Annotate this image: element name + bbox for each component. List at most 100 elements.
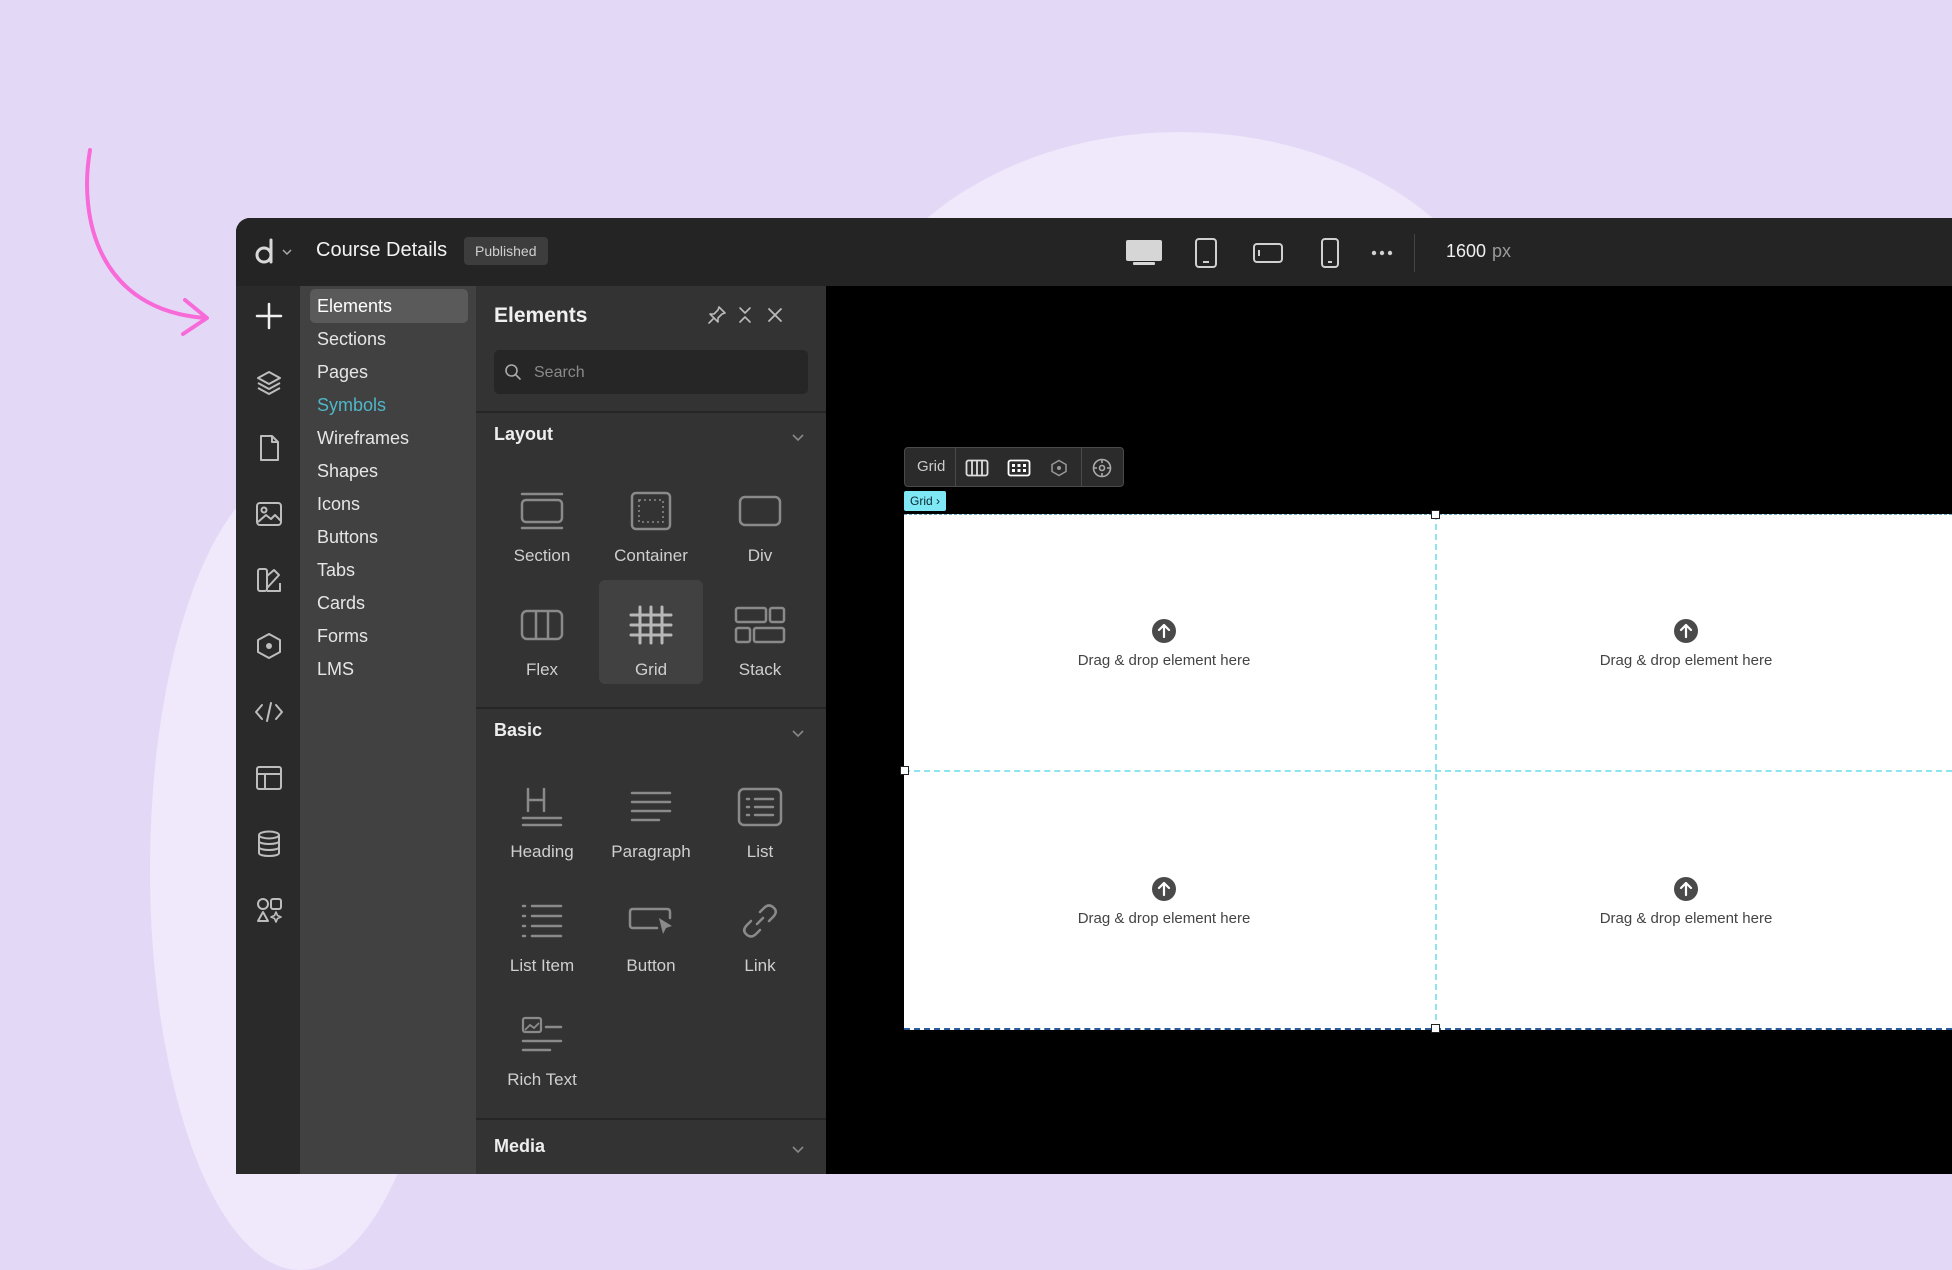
section-header-basic[interactable]: Basic (494, 720, 542, 741)
grid-cells-button[interactable] (1005, 454, 1033, 482)
collapse-panel-button[interactable] (732, 302, 758, 328)
page-icon (260, 435, 279, 461)
rail-pages-button[interactable] (252, 431, 286, 465)
category-symbols[interactable]: Symbols (310, 388, 468, 422)
design-canvas[interactable]: Grid Grid › Drag & drop element here Dra… (826, 286, 1952, 1174)
element-label: Link (744, 956, 776, 975)
device-tablet-landscape-button[interactable] (1248, 236, 1288, 270)
close-panel-button[interactable] (762, 302, 788, 328)
pin-panel-button[interactable] (704, 302, 730, 328)
toolbar-divider (1081, 448, 1082, 486)
rail-add-button[interactable] (252, 299, 286, 333)
toolbar-divider (1414, 234, 1415, 272)
rail-apps-button[interactable] (252, 893, 286, 927)
category-lms[interactable]: LMS (310, 652, 468, 686)
element-tile-paragraph[interactable]: Paragraph (599, 762, 703, 866)
element-tile-heading[interactable]: Heading (490, 762, 594, 866)
top-bar: Course Details Published 1600 px (236, 218, 1952, 286)
page-title: Course Details (316, 239, 448, 261)
plus-icon (255, 302, 283, 330)
element-label: List Item (509, 956, 575, 975)
element-tile-stack[interactable]: Stack (708, 580, 812, 684)
database-icon (258, 830, 280, 857)
element-tile-flex[interactable]: Flex (490, 580, 594, 684)
element-tile-container[interactable]: Container (599, 466, 703, 570)
category-forms[interactable]: Forms (310, 619, 468, 653)
element-label: Rich Text (507, 1070, 577, 1089)
convert-symbol-button[interactable] (1045, 454, 1073, 482)
grid-cell-drop-zone[interactable]: Drag & drop element here (1426, 772, 1946, 1030)
category-icons[interactable]: Icons (310, 487, 468, 521)
interactions-button[interactable] (1088, 454, 1116, 482)
drop-zone-text: Drag & drop element here (1077, 651, 1251, 669)
grid-cell-drop-zone[interactable]: Drag & drop element here (904, 514, 1424, 772)
tablet-icon (1195, 238, 1217, 268)
category-cards[interactable]: Cards (310, 586, 468, 620)
element-tile-button[interactable]: Button (599, 876, 703, 980)
chevron-down-icon[interactable] (791, 432, 805, 442)
apps-icon (257, 898, 282, 923)
chevron-down-icon[interactable] (791, 728, 805, 738)
image-icon (256, 502, 282, 526)
section-header-layout[interactable]: Layout (494, 424, 553, 445)
elements-panel: Elements Layout (476, 286, 826, 1174)
element-tile-link[interactable]: Link (708, 876, 812, 980)
category-pages[interactable]: Pages (310, 355, 468, 389)
element-label: Heading (510, 842, 574, 861)
selected-element-tag[interactable]: Grid › (904, 491, 947, 511)
device-mobile-button[interactable] (1310, 236, 1350, 270)
viewport-width-readout[interactable]: 1600 px (1446, 241, 1511, 262)
element-tile-list-item[interactable]: List Item (490, 876, 594, 980)
chevron-down-icon[interactable] (791, 1144, 805, 1154)
chevron-right-icon: › (936, 494, 941, 508)
resize-handle-bottom[interactable] (1431, 1024, 1440, 1033)
status-badge: Published (464, 237, 548, 265)
rail-layers-button[interactable] (252, 365, 286, 399)
section-header-media[interactable]: Media (494, 1136, 545, 1157)
viewport-width-value: 1600 (1446, 241, 1487, 261)
grid-element[interactable]: Drag & drop element here Drag & drop ele… (900, 510, 1952, 1033)
element-tile-rich-text[interactable]: Rich Text (490, 990, 594, 1094)
list-item-icon (521, 904, 563, 938)
grid-columns-button[interactable] (963, 454, 991, 482)
grid-row-guide (904, 770, 1952, 772)
close-icon (768, 308, 782, 322)
element-tile-list[interactable]: List (708, 762, 812, 866)
category-shapes[interactable]: Shapes (310, 454, 468, 488)
search-input[interactable] (532, 350, 796, 396)
category-buttons[interactable]: Buttons (310, 520, 468, 554)
container-icon (630, 491, 672, 531)
element-tile-section[interactable]: Section (490, 466, 594, 570)
category-sections[interactable]: Sections (310, 322, 468, 356)
rail-symbols-button[interactable] (252, 629, 286, 663)
device-desktop-button[interactable] (1124, 236, 1164, 270)
grid-cells-icon (1007, 459, 1031, 477)
app-logo[interactable] (254, 236, 294, 268)
rail-styles-button[interactable] (252, 563, 286, 597)
category-wireframes[interactable]: Wireframes (310, 421, 468, 455)
device-tablet-button[interactable] (1186, 236, 1226, 270)
columns-icon (965, 459, 989, 477)
element-tile-div[interactable]: Div (708, 466, 812, 570)
arrow-up-circle-icon (1152, 618, 1176, 643)
grid-cell-drop-zone[interactable]: Drag & drop element here (1426, 514, 1946, 772)
grid-cell-drop-zone[interactable]: Drag & drop element here (904, 772, 1424, 1030)
rail-database-button[interactable] (252, 827, 286, 861)
element-label: Section (513, 546, 571, 565)
mobile-icon (1321, 238, 1339, 268)
resize-handle-top[interactable] (1431, 510, 1440, 519)
rail-templates-button[interactable] (252, 761, 286, 795)
resize-handle-left[interactable] (900, 766, 909, 775)
element-tile-grid[interactable]: Grid (599, 580, 703, 684)
code-icon (255, 702, 283, 722)
element-label: Div (747, 546, 773, 565)
category-elements[interactable]: Elements (310, 289, 468, 323)
rail-code-button[interactable] (252, 695, 286, 729)
arrow-up-circle-icon (1674, 618, 1698, 643)
button-icon (628, 907, 672, 934)
rail-media-button[interactable] (252, 497, 286, 531)
grid-toolbar-label: Grid (917, 458, 946, 475)
panel-divider (476, 707, 826, 709)
more-options-button[interactable] (1362, 236, 1402, 270)
category-tabs[interactable]: Tabs (310, 553, 468, 587)
